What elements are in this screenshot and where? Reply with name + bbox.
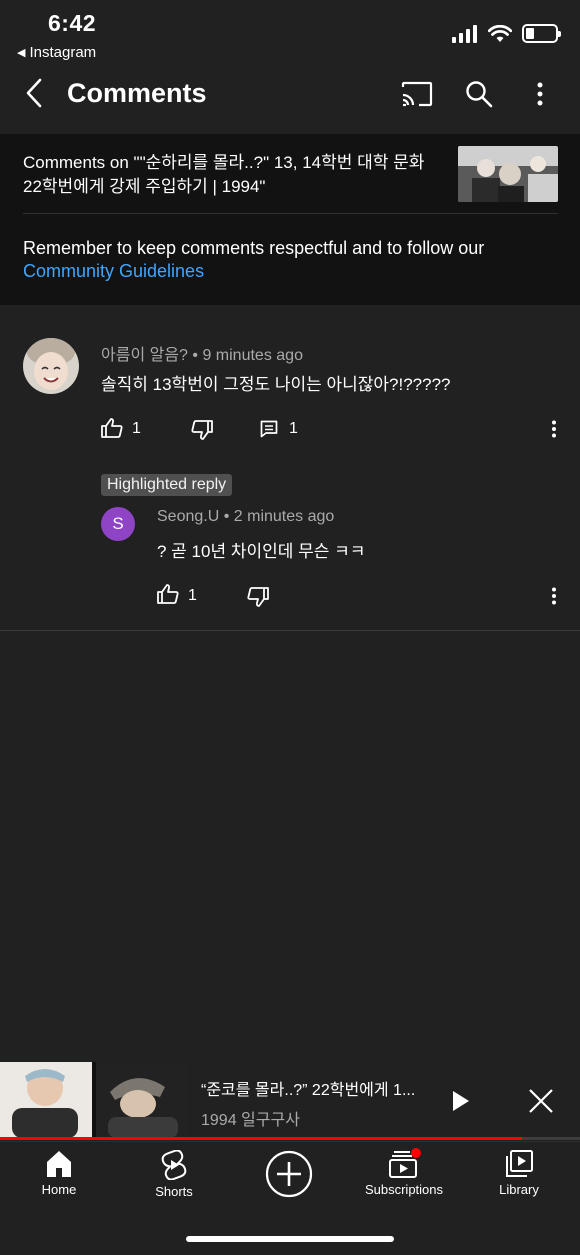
comment-time: 9 minutes ago [202,347,303,364]
thumbnail-image [458,146,558,202]
cast-button[interactable] [398,76,436,112]
like-count: 1 [132,420,141,437]
panel-divider [23,213,558,214]
community-guidelines-link[interactable]: Community Guidelines [23,261,204,281]
subscriptions-icon-wrap [389,1148,421,1178]
reply-avatar[interactable]: S [101,507,135,541]
comment-meta: 아름이 알음? • 9 minutes ago [101,341,303,365]
more-options-button[interactable] [524,76,556,112]
avatar[interactable] [23,338,79,394]
reply-comment-icon [260,420,278,438]
thread-divider [0,630,580,631]
back-button[interactable] [18,77,50,109]
guidelines-text: Remember to keep comments respectful and… [23,238,485,258]
search-icon [466,81,493,108]
search-button[interactable] [460,76,498,112]
reply-count: 1 [289,420,298,437]
back-icon [26,78,42,108]
reply-meta: Seong.U • 2 minutes ago [157,508,334,526]
reply-more-button[interactable] [551,587,557,605]
nav-shorts-label: Shorts [155,1184,193,1199]
nav-home-label: Home [41,1182,77,1197]
thumbs-down-icon [191,420,213,440]
back-to-app-link[interactable]: ◀ Instagram [17,44,96,61]
more-vertical-icon [552,420,556,438]
mini-player-close-button[interactable] [524,1086,558,1116]
create-icon [265,1150,313,1198]
meta-separator: • [223,508,234,525]
video-info-panel: Comments on ""순하리를 몰라..?" 13, 14학번 대학 문화… [0,134,580,305]
nav-library[interactable]: Library [464,1150,574,1197]
highlighted-reply-badge: Highlighted reply [101,474,233,496]
meta-separator: • [192,347,203,364]
mini-player-title[interactable]: “준코를 몰라..?” 22학번에게 1... [201,1076,426,1100]
mini-player-thumbnail[interactable] [0,1062,188,1138]
play-icon [453,1091,469,1111]
guidelines-notice: Remember to keep comments respectful and… [23,237,563,283]
avatar-image [23,338,79,394]
nav-library-label: Library [499,1182,539,1197]
battery-icon [522,24,561,43]
cellular-signal-icon [452,24,477,43]
comment-author[interactable]: 아름이 알음? [101,347,188,364]
like-button[interactable] [101,418,123,438]
status-icons [452,24,561,43]
mini-player-play-button[interactable] [444,1086,478,1116]
video-thumbnail[interactable] [458,146,558,202]
thumbs-up-icon [101,418,123,438]
mini-player-channel: 1994 일구구사 [201,1112,300,1129]
back-triangle-icon: ◀ [17,47,26,59]
thumbs-up-icon [157,584,179,604]
reply-text: ? 곧 10년 차이인데 무슨 ㅋㅋ [157,542,366,561]
comment-more-button[interactable] [551,420,557,438]
reply-time: 2 minutes ago [233,508,335,525]
reply-button[interactable] [260,420,278,438]
home-icon [47,1151,71,1177]
reply-author[interactable]: Seong.U [157,508,219,525]
mini-player-progress-fill [0,1137,522,1140]
dislike-button[interactable] [191,420,213,440]
more-vertical-icon [537,82,543,106]
comment-text: 솔직히 13학번이 그정도 나이는 아니잖아?!????? [101,375,451,394]
shorts-icon [161,1150,187,1180]
home-indicator [186,1236,394,1242]
status-time: 6:42 [48,10,97,36]
nav-subscriptions[interactable]: Subscriptions [349,1148,459,1197]
more-vertical-icon [552,587,556,605]
nav-shorts[interactable]: Shorts [119,1150,229,1199]
notification-dot [411,1148,421,1158]
close-icon [529,1089,553,1113]
mini-thumbnail-image [0,1062,188,1138]
nav-create[interactable] [234,1150,344,1198]
cast-icon [401,81,433,107]
nav-subscriptions-label: Subscriptions [364,1182,444,1197]
back-app-label: Instagram [29,44,97,61]
wifi-icon [488,24,512,42]
nav-home[interactable]: Home [4,1150,114,1197]
reply-like-button[interactable] [157,584,179,604]
reply-like-count: 1 [188,587,197,604]
video-title: Comments on ""순하리를 몰라..?" 13, 14학번 대학 문화… [23,153,425,196]
thumbs-down-icon [247,587,269,607]
page-title: Comments [67,78,207,108]
library-icon [506,1150,533,1177]
reply-dislike-button[interactable] [247,587,269,607]
